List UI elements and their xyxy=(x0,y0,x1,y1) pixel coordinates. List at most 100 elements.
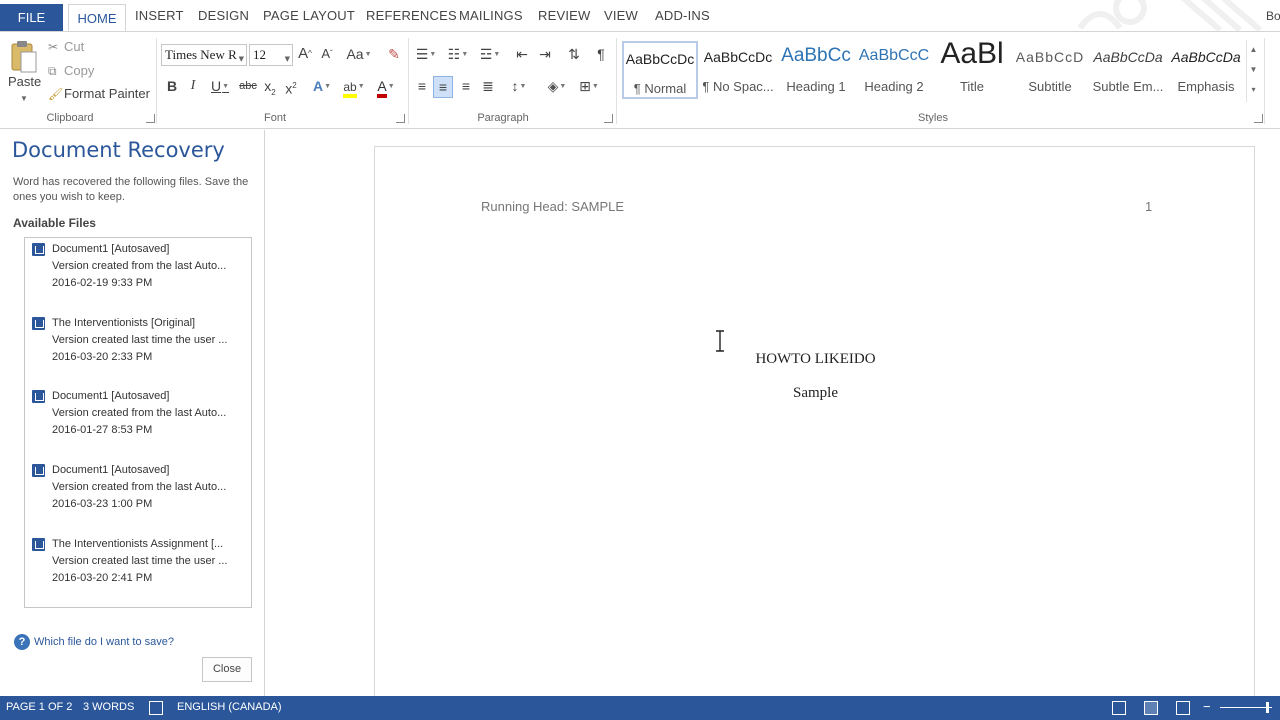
styles-launcher-icon[interactable] xyxy=(1254,114,1263,123)
language-indicator[interactable]: ENGLISH (CANADA) xyxy=(177,701,282,713)
style-no-spacing[interactable]: AaBbCcDc ¶ No Spac... xyxy=(700,41,776,99)
change-case-button[interactable]: Aa▼ xyxy=(344,44,374,66)
zoom-slider-thumb[interactable] xyxy=(1266,702,1269,713)
styles-gallery: AaBbCcDc ¶ Normal AaBbCcDc ¶ No Spac... … xyxy=(622,37,1244,104)
tab-design[interactable]: DESIGN xyxy=(198,8,249,23)
style-preview: AaBbCcDc xyxy=(625,51,695,67)
file-name: Document1 [Autosaved] xyxy=(52,464,170,476)
copy-icon: ⧉ xyxy=(48,64,57,78)
tab-insert[interactable]: INSERT xyxy=(135,8,184,23)
word-document-icon xyxy=(32,390,45,403)
help-link[interactable]: ? Which file do I want to save? xyxy=(14,634,174,650)
tab-mailings[interactable]: MAILINGS xyxy=(459,8,523,23)
document-page[interactable]: Running Head: SAMPLE 1 HOWTO LIKEIDO Sam… xyxy=(374,146,1255,706)
increase-indent-icon[interactable]: ⇥ xyxy=(535,44,555,66)
format-painter-button[interactable]: 🖌Format Painter xyxy=(48,86,150,101)
gallery-more-icon[interactable]: ▾ xyxy=(1247,80,1260,100)
borders-button[interactable]: ⊞▼ xyxy=(575,76,603,98)
web-layout-icon[interactable] xyxy=(1176,701,1190,715)
list-item[interactable]: Document1 [Autosaved] Version created fr… xyxy=(31,390,247,454)
style-title[interactable]: AaBl Title xyxy=(934,37,1010,99)
print-layout-icon[interactable] xyxy=(1144,701,1158,715)
tab-add-ins[interactable]: ADD-INS xyxy=(655,8,710,23)
style-normal[interactable]: AaBbCcDc ¶ Normal xyxy=(622,41,698,99)
align-center-icon[interactable]: ≡ xyxy=(433,76,453,98)
sort-icon[interactable]: ⇅ xyxy=(564,44,584,66)
style-heading-2[interactable]: AaBbCcC Heading 2 xyxy=(856,41,932,99)
chevron-down-icon: ▼ xyxy=(357,83,365,91)
bullets-icon: ☰ xyxy=(415,46,429,62)
ribbon-home: Paste ▼ ✂ Cut ⧉ Copy 🖌Format Painter Clipb… xyxy=(0,31,1280,129)
strikethrough-button[interactable]: abc xyxy=(237,76,259,98)
bold-button[interactable]: B xyxy=(164,76,180,98)
highlighter-icon: ab xyxy=(343,80,357,98)
shrink-font-button[interactable]: Aˇ xyxy=(318,44,336,66)
text-effects-button[interactable]: A▼ xyxy=(308,76,336,98)
read-mode-icon[interactable] xyxy=(1112,701,1126,715)
close-button[interactable]: Close xyxy=(202,657,252,682)
tab-file[interactable]: FILE xyxy=(0,4,63,32)
tab-review[interactable]: REVIEW xyxy=(538,8,590,23)
line-spacing-button[interactable]: ↕▼ xyxy=(505,76,533,98)
proofing-icon[interactable] xyxy=(149,701,163,715)
cut-button[interactable]: ✂ Cut xyxy=(48,39,84,54)
account-name[interactable]: Bo xyxy=(1266,9,1280,23)
paste-icon[interactable] xyxy=(10,40,38,74)
style-subtle-emphasis[interactable]: AaBbCcDa Subtle Em... xyxy=(1090,41,1166,99)
shading-button[interactable]: ◈▼ xyxy=(543,76,571,98)
recovered-file-list[interactable]: Document1 [Autosaved] Version created fr… xyxy=(24,237,252,608)
document-subtitle[interactable]: Sample xyxy=(375,385,1256,402)
clear-formatting-icon[interactable]: ✎ xyxy=(384,44,404,66)
align-left-icon[interactable]: ≡ xyxy=(412,76,432,98)
superscript-button[interactable]: x2 xyxy=(282,76,300,98)
page-number[interactable]: 1 xyxy=(1145,199,1152,214)
gallery-down-icon[interactable]: ▼ xyxy=(1247,60,1260,80)
document-canvas[interactable]: Running Head: SAMPLE 1 HOWTO LIKEIDO Sam… xyxy=(266,130,1280,706)
paragraph-launcher-icon[interactable] xyxy=(604,114,613,123)
multilevel-list-button[interactable]: ☲▼ xyxy=(476,44,504,66)
align-right-icon[interactable]: ≡ xyxy=(456,76,476,98)
font-color-button[interactable]: A▼ xyxy=(372,76,400,98)
clipboard-launcher-icon[interactable] xyxy=(146,114,155,123)
style-subtitle[interactable]: AaBbCcD Subtitle xyxy=(1012,41,1088,99)
tab-view[interactable]: VIEW xyxy=(604,8,638,23)
paste-button[interactable]: Paste xyxy=(8,74,41,89)
font-name-box[interactable]: Times New R ▼ xyxy=(161,44,247,66)
copy-button[interactable]: ⧉ Copy xyxy=(48,63,94,79)
styles-gallery-scroll[interactable]: ▲ ▼ ▾ xyxy=(1246,40,1260,102)
paste-dropdown-icon[interactable]: ▼ xyxy=(20,94,28,103)
format-painter-label: Format Painter xyxy=(64,86,150,101)
italic-button[interactable]: I xyxy=(185,76,201,98)
list-item[interactable]: The Interventionists [Original] Version … xyxy=(31,317,247,381)
style-preview: AaBbCc xyxy=(781,45,851,66)
zoom-out-icon[interactable]: − xyxy=(1203,699,1211,714)
numbering-button[interactable]: ☷▼ xyxy=(444,44,472,66)
running-head[interactable]: Running Head: SAMPLE xyxy=(481,199,624,214)
list-item[interactable]: Document1 [Autosaved] Version created fr… xyxy=(31,243,247,307)
tab-home[interactable]: HOME xyxy=(68,4,126,32)
style-heading-1[interactable]: AaBbCc Heading 1 xyxy=(778,41,854,99)
decrease-indent-icon[interactable]: ⇤ xyxy=(512,44,532,66)
show-marks-button[interactable]: ¶ xyxy=(591,44,611,66)
grow-font-button[interactable]: A^ xyxy=(296,44,314,66)
zoom-slider[interactable] xyxy=(1220,707,1272,708)
tab-page-layout[interactable]: PAGE LAYOUT xyxy=(263,8,355,23)
style-emphasis[interactable]: AaBbCcDa Emphasis xyxy=(1168,41,1244,99)
subscript-button[interactable]: x2 xyxy=(261,76,279,98)
page-count[interactable]: PAGE 1 OF 2 xyxy=(6,701,72,713)
gallery-up-icon[interactable]: ▲ xyxy=(1247,40,1260,60)
font-size-box[interactable]: 12 ▼ xyxy=(249,44,293,66)
font-launcher-icon[interactable] xyxy=(396,114,405,123)
list-item[interactable]: The Interventionists Assignment [... Ver… xyxy=(31,538,247,602)
document-title[interactable]: HOWTO LIKEIDO xyxy=(375,351,1256,368)
tab-references[interactable]: REFERENCES xyxy=(366,8,457,23)
style-name: Heading 2 xyxy=(864,79,924,94)
highlight-button[interactable]: ab▼ xyxy=(340,76,368,98)
chevron-down-icon: ▼ xyxy=(461,51,469,59)
underline-button[interactable]: U▼ xyxy=(206,76,234,98)
bullets-button[interactable]: ☰▼ xyxy=(412,44,440,66)
justify-icon[interactable]: ≣ xyxy=(478,76,498,98)
style-name: Title xyxy=(959,79,985,94)
word-count[interactable]: 3 WORDS xyxy=(83,701,134,713)
list-item[interactable]: Document1 [Autosaved] Version created fr… xyxy=(31,464,247,528)
